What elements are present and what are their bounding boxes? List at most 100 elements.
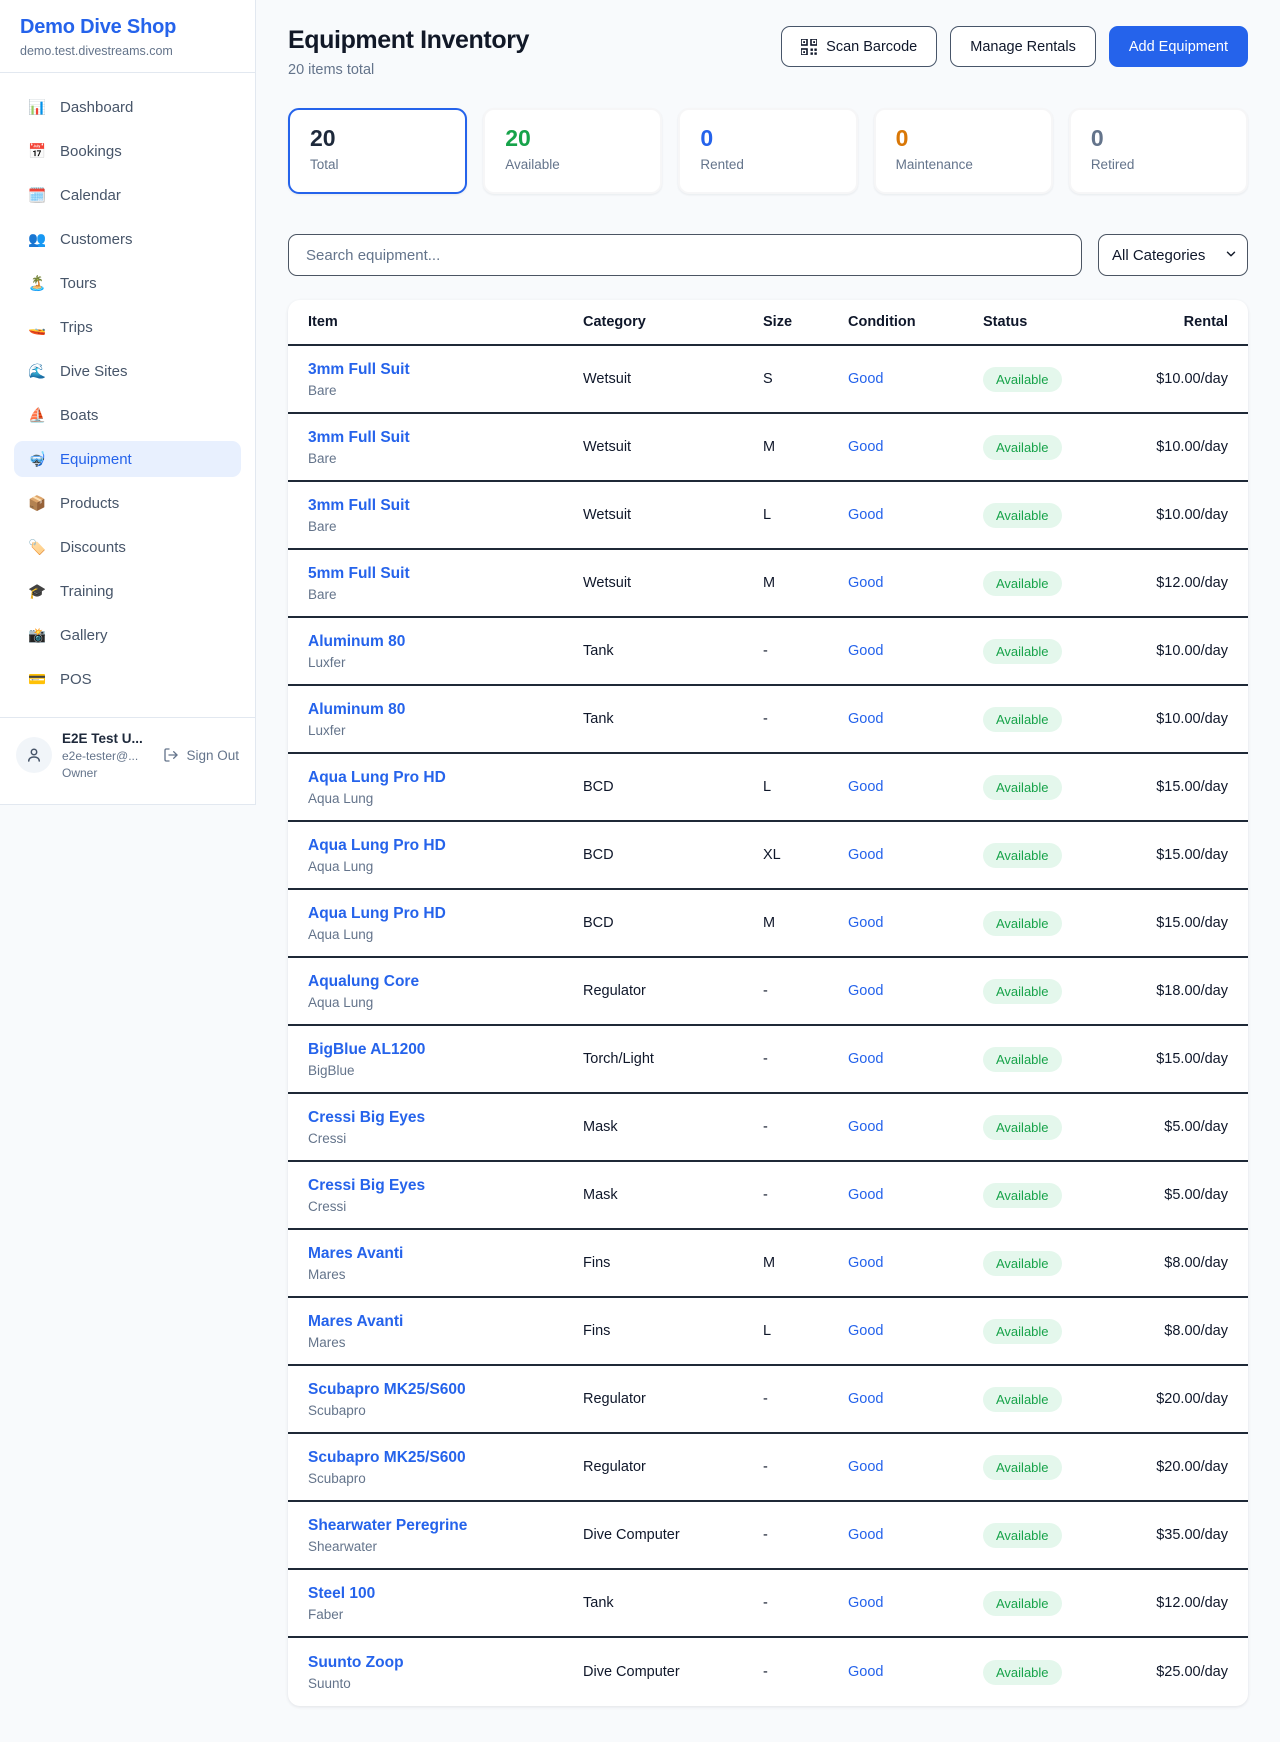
item-cell: Mares Avanti Mares: [308, 1245, 583, 1282]
item-brand: Suunto: [308, 1676, 583, 1691]
item-name-link[interactable]: Aqua Lung Pro HD: [308, 837, 446, 855]
scan-barcode-button[interactable]: Scan Barcode: [781, 26, 937, 67]
column-header-rental: Rental: [1153, 314, 1228, 330]
sidebar-item-gallery[interactable]: 📸 Gallery: [14, 617, 241, 653]
item-name-link[interactable]: Mares Avanti: [308, 1313, 403, 1331]
stat-card-rented[interactable]: 0 Rented: [678, 108, 857, 194]
sidebar-item-bookings[interactable]: 📅 Bookings: [14, 133, 241, 169]
sidebar-item-trips[interactable]: 🚤 Trips: [14, 309, 241, 345]
sidebar-item-tours[interactable]: 🏝️ Tours: [14, 265, 241, 301]
item-category: Regulator: [583, 1391, 763, 1407]
item-brand: Aqua Lung: [308, 791, 583, 806]
item-rental: $5.00/day: [1153, 1119, 1228, 1135]
shop-logo[interactable]: Demo Dive Shop: [20, 16, 235, 39]
column-header-size: Size: [763, 314, 848, 330]
sidebar-item-dashboard[interactable]: 📊 Dashboard: [14, 89, 241, 125]
item-rental: $8.00/day: [1153, 1323, 1228, 1339]
item-condition-link[interactable]: Good: [848, 1527, 883, 1543]
item-condition-link[interactable]: Good: [848, 1595, 883, 1611]
boats-icon: ⛵: [27, 407, 47, 424]
item-name-link[interactable]: Scubapro MK25/S600: [308, 1449, 466, 1467]
item-condition-link[interactable]: Good: [848, 1187, 883, 1203]
item-size: XL: [763, 847, 848, 863]
category-select[interactable]: All Categories: [1098, 234, 1248, 276]
item-condition-link[interactable]: Good: [848, 915, 883, 931]
add-equipment-button[interactable]: Add Equipment: [1109, 26, 1248, 67]
item-name-link[interactable]: 3mm Full Suit: [308, 361, 410, 379]
item-condition-link[interactable]: Good: [848, 1255, 883, 1271]
item-cell: 3mm Full Suit Bare: [308, 429, 583, 466]
item-name-link[interactable]: Aqualung Core: [308, 973, 419, 991]
item-name-link[interactable]: 3mm Full Suit: [308, 429, 410, 447]
item-category: Tank: [583, 711, 763, 727]
sidebar-item-discounts[interactable]: 🏷️ Discounts: [14, 529, 241, 565]
sidebar-item-equipment[interactable]: 🤿 Equipment: [14, 441, 241, 477]
item-condition-link[interactable]: Good: [848, 711, 883, 727]
item-name-link[interactable]: Aqua Lung Pro HD: [308, 905, 446, 923]
item-condition-link[interactable]: Good: [848, 779, 883, 795]
item-brand: BigBlue: [308, 1063, 583, 1078]
item-category: Regulator: [583, 1459, 763, 1475]
item-name-link[interactable]: Shearwater Peregrine: [308, 1517, 467, 1535]
item-name-link[interactable]: 5mm Full Suit: [308, 565, 410, 583]
item-size: -: [763, 1391, 848, 1407]
item-size: S: [763, 371, 848, 387]
item-name-link[interactable]: BigBlue AL1200: [308, 1041, 425, 1059]
item-size: M: [763, 915, 848, 931]
item-condition-link[interactable]: Good: [848, 1664, 883, 1680]
search-input[interactable]: [288, 234, 1082, 276]
sidebar-item-products[interactable]: 📦 Products: [14, 485, 241, 521]
item-condition-link[interactable]: Good: [848, 983, 883, 999]
item-size: M: [763, 575, 848, 591]
item-name-link[interactable]: Cressi Big Eyes: [308, 1177, 425, 1195]
user-role: Owner: [62, 766, 143, 780]
stat-card-total[interactable]: 20 Total: [288, 108, 467, 194]
item-name-link[interactable]: Cressi Big Eyes: [308, 1109, 425, 1127]
stat-card-maintenance[interactable]: 0 Maintenance: [874, 108, 1053, 194]
stat-card-retired[interactable]: 0 Retired: [1069, 108, 1248, 194]
stat-card-available[interactable]: 20 Available: [483, 108, 662, 194]
main-content: Equipment Inventory 20 items total: [256, 0, 1280, 1706]
item-size: -: [763, 1664, 848, 1680]
user-email: e2e-tester@...: [62, 749, 143, 763]
item-name-link[interactable]: Aluminum 80: [308, 701, 405, 719]
table-row: Shearwater Peregrine Shearwater Dive Com…: [288, 1502, 1248, 1570]
item-condition-link[interactable]: Good: [848, 507, 883, 523]
status-badge: Available: [983, 639, 1062, 664]
sidebar-item-label: Trips: [60, 319, 93, 336]
item-condition-link[interactable]: Good: [848, 575, 883, 591]
item-condition-link[interactable]: Good: [848, 643, 883, 659]
item-cell: Aqua Lung Pro HD Aqua Lung: [308, 905, 583, 942]
item-name-link[interactable]: Aluminum 80: [308, 633, 405, 651]
sidebar-item-dive-sites[interactable]: 🌊 Dive Sites: [14, 353, 241, 389]
item-condition-link[interactable]: Good: [848, 1459, 883, 1475]
item-name-link[interactable]: Suunto Zoop: [308, 1654, 404, 1672]
item-name-link[interactable]: 3mm Full Suit: [308, 497, 410, 515]
item-condition-link[interactable]: Good: [848, 371, 883, 387]
status-badge: Available: [983, 1455, 1062, 1480]
item-condition-link[interactable]: Good: [848, 1323, 883, 1339]
sidebar-item-calendar[interactable]: 🗓️ Calendar: [14, 177, 241, 213]
user-meta: E2E Test U... e2e-tester@... Owner: [62, 731, 143, 780]
table-row: Aqua Lung Pro HD Aqua Lung BCD L Good Av…: [288, 754, 1248, 822]
manage-rentals-button[interactable]: Manage Rentals: [950, 26, 1096, 67]
sidebar-item-boats[interactable]: ⛵ Boats: [14, 397, 241, 433]
table-body: 3mm Full Suit Bare Wetsuit S Good Availa…: [288, 346, 1248, 1706]
sidebar-item-training[interactable]: 🎓 Training: [14, 573, 241, 609]
item-condition-link[interactable]: Good: [848, 847, 883, 863]
item-condition-link[interactable]: Good: [848, 439, 883, 455]
sign-out-label: Sign Out: [186, 748, 239, 763]
item-rental: $15.00/day: [1153, 779, 1228, 795]
sidebar-item-label: Training: [60, 583, 114, 600]
sign-out-button[interactable]: Sign Out: [163, 747, 239, 763]
sidebar-item-pos[interactable]: 💳 POS: [14, 661, 241, 697]
item-condition-link[interactable]: Good: [848, 1051, 883, 1067]
item-name-link[interactable]: Aqua Lung Pro HD: [308, 769, 446, 787]
sidebar-item-customers[interactable]: 👥 Customers: [14, 221, 241, 257]
item-size: -: [763, 1187, 848, 1203]
item-name-link[interactable]: Mares Avanti: [308, 1245, 403, 1263]
item-name-link[interactable]: Steel 100: [308, 1585, 375, 1603]
item-condition-link[interactable]: Good: [848, 1391, 883, 1407]
item-condition-link[interactable]: Good: [848, 1119, 883, 1135]
item-name-link[interactable]: Scubapro MK25/S600: [308, 1381, 466, 1399]
